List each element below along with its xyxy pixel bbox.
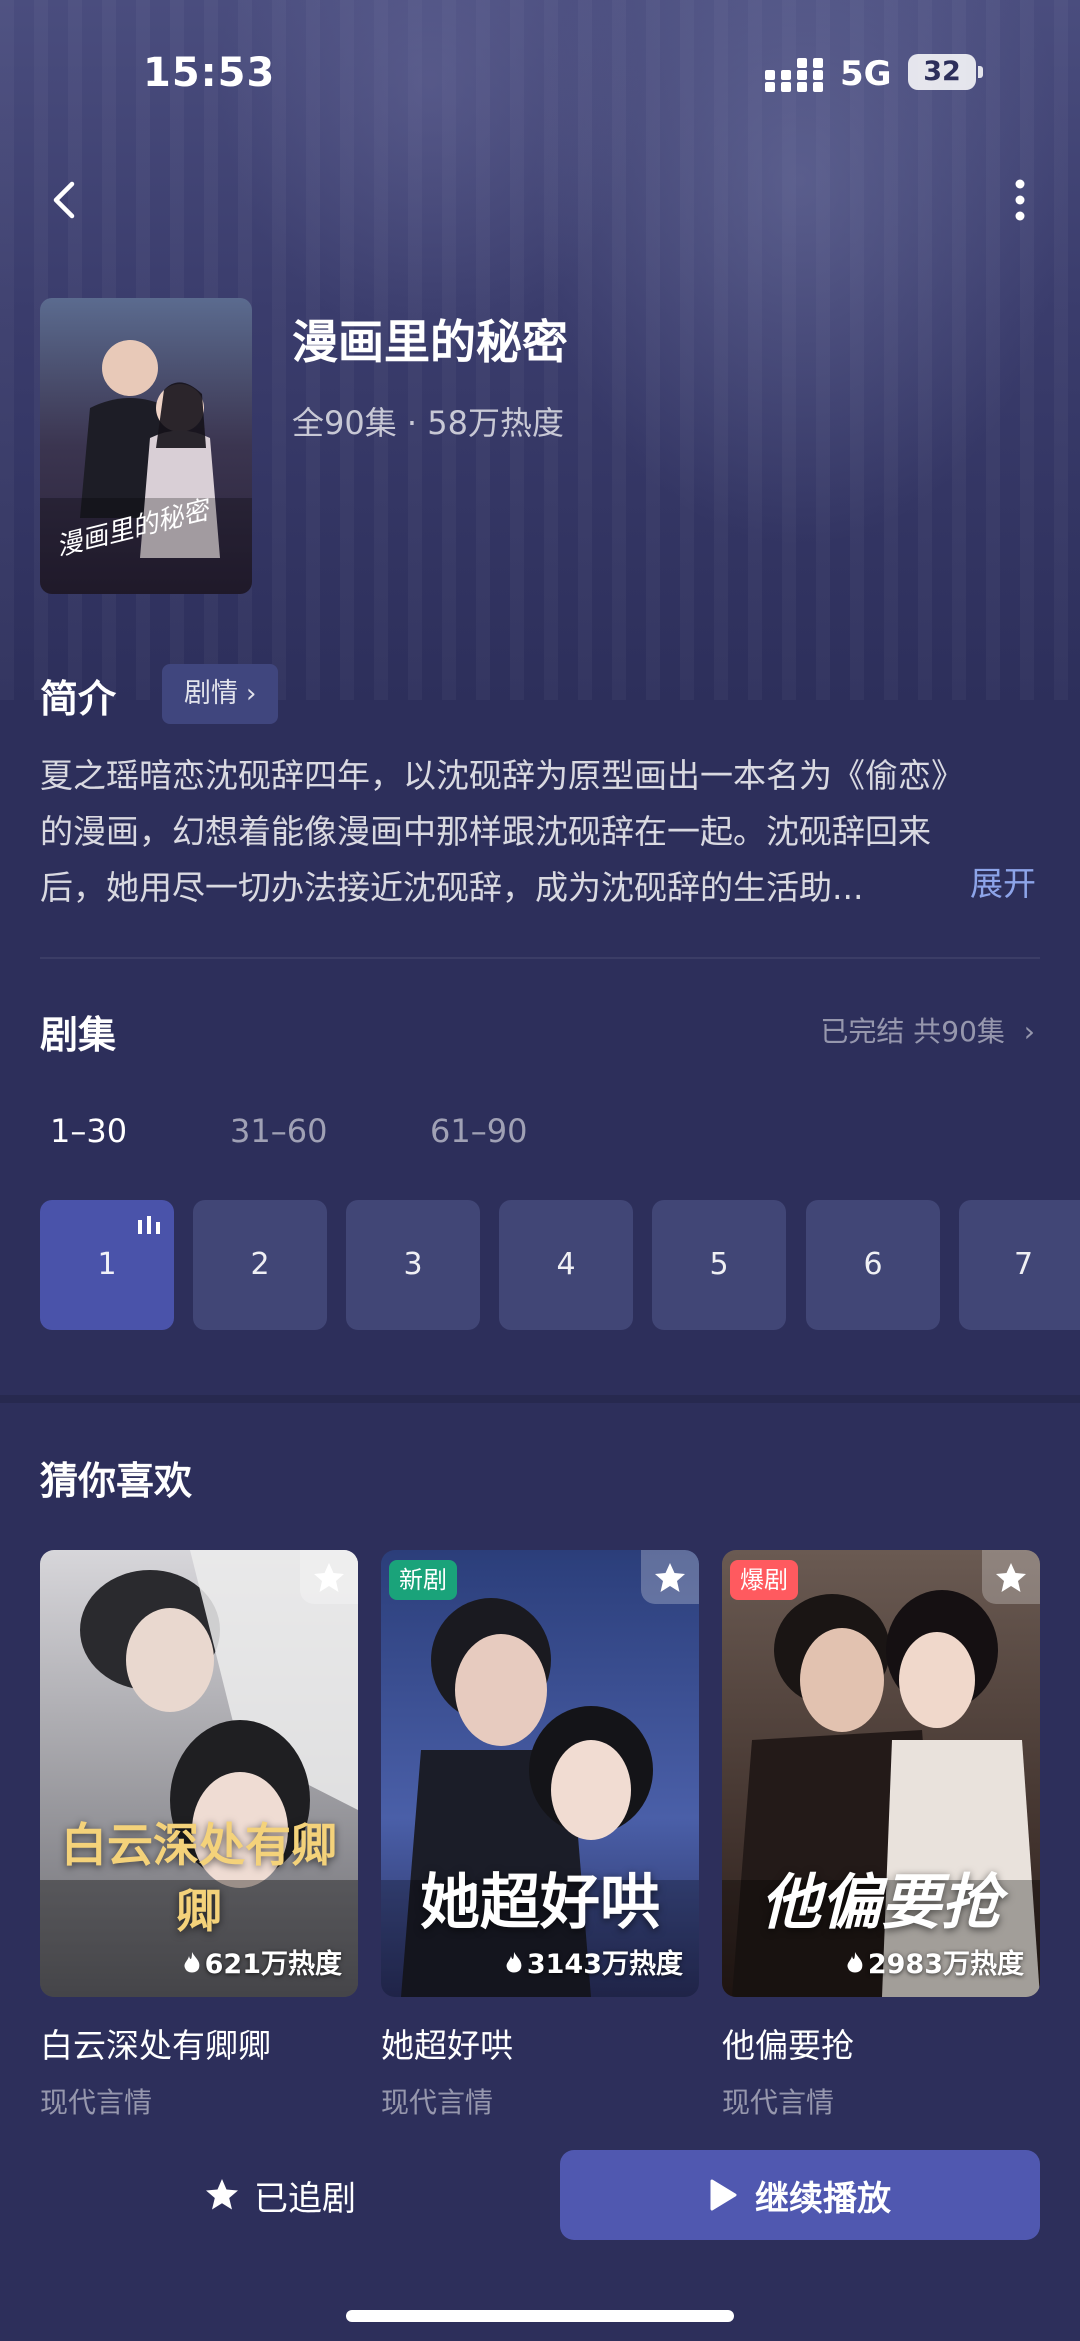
recommend-title: 她超好哄 — [381, 2026, 513, 2065]
follow-label: 已追剧 — [254, 2178, 356, 2219]
range-tab-2[interactable]: 31–60 — [230, 1112, 327, 1150]
show-title: 漫画里的秘密 — [292, 315, 568, 369]
range-tab-1[interactable]: 1–30 — [50, 1112, 127, 1150]
recommend-card[interactable]: 白云深处有卿卿 621万热度 白云深处有卿卿 现代言情 — [40, 1550, 358, 2121]
star-icon — [996, 1563, 1026, 1592]
tag-badge: 新剧 — [389, 1560, 457, 1600]
status-time: 15:53 — [143, 50, 276, 96]
more-icon — [1015, 179, 1025, 221]
synopsis-line: 后，她用尽一切办法接近沈砚辞，成为沈砚辞的生活助... — [40, 868, 864, 907]
poster-title: 他偏要抢 — [761, 1868, 1001, 1938]
recommend-title: 他偏要抢 — [722, 2026, 854, 2065]
heat-label: 3143万热度 — [505, 1942, 683, 1981]
show-cover: 漫画里的秘密 — [40, 298, 252, 594]
play-icon — [710, 2179, 737, 2211]
flame-icon — [506, 1952, 522, 1973]
genre-chip[interactable]: 剧情 › — [162, 664, 279, 724]
recommend-card[interactable]: 他偏要抢 爆剧 2983万热度 他偏要抢 现代言情 — [722, 1550, 1040, 2121]
play-label: 继续播放 — [755, 2178, 891, 2219]
synopsis-text: 夏之瑶暗恋沈砚辞四年，以沈砚辞为原型画出一本名为《偷恋》 的漫画，幻想着能像漫画… — [40, 748, 1040, 916]
signal-icon — [765, 58, 823, 92]
chevron-right-icon: › — [246, 679, 257, 709]
tag-badge: 爆剧 — [730, 1560, 798, 1600]
heat-label: 2983万热度 — [846, 1942, 1024, 1981]
favorite-button[interactable] — [982, 1550, 1040, 1604]
back-icon — [53, 181, 75, 219]
flame-icon — [184, 1952, 200, 1973]
recommend-genre: 现代言情 — [722, 2086, 835, 2119]
playing-bars-icon — [138, 1216, 160, 1234]
chevron-right-icon: › — [1023, 1015, 1035, 1048]
status-bar: 15:53 5G 32 — [0, 0, 1080, 140]
recommend-card[interactable]: 她超好哄 新剧 3143万热度 她超好哄 现代言情 — [381, 1550, 699, 2121]
recommend-genre: 现代言情 — [381, 2086, 494, 2119]
more-button[interactable] — [1000, 170, 1040, 230]
episode-tile[interactable]: 7 — [959, 1200, 1080, 1330]
range-tab-3[interactable]: 61–90 — [430, 1112, 527, 1150]
recommend-poster[interactable]: 他偏要抢 爆剧 2983万热度 — [722, 1550, 1040, 1997]
synopsis-line: 的漫画，幻想着能像漫画中那样跟沈砚辞在一起。沈砚辞回来 — [40, 812, 931, 851]
episode-number: 1 — [97, 1247, 117, 1282]
recommend-poster[interactable]: 她超好哄 新剧 3143万热度 — [381, 1550, 699, 1997]
episodes-heading: 剧集 — [40, 1013, 117, 1057]
synopsis-line: 夏之瑶暗恋沈砚辞四年，以沈砚辞为原型画出一本名为《偷恋》 — [40, 756, 964, 795]
show-meta: 全90集 · 58万热度 — [292, 404, 564, 442]
episode-tile[interactable]: 3 — [346, 1200, 480, 1330]
back-button[interactable] — [40, 170, 90, 230]
network-type: 5G — [840, 54, 892, 94]
genre-chip-label: 剧情 — [184, 678, 238, 709]
recommend-heading: 猜你喜欢 — [40, 1459, 193, 1503]
star-icon — [206, 2179, 238, 2210]
star-icon — [314, 1563, 344, 1592]
flame-icon — [847, 1952, 863, 1973]
poster-title: 她超好哄 — [420, 1868, 660, 1938]
follow-button[interactable]: 已追剧 — [40, 2150, 520, 2240]
expand-link[interactable]: 展开 — [970, 856, 1036, 912]
episode-tile[interactable]: 2 — [193, 1200, 327, 1330]
episode-tile[interactable]: 6 — [806, 1200, 940, 1330]
heat-label: 621万热度 — [183, 1942, 342, 1981]
poster-title: 白云深处有卿卿 — [61, 1818, 337, 1938]
recommend-genre: 现代言情 — [40, 2086, 153, 2119]
section-separator — [0, 1395, 1080, 1403]
continue-play-button[interactable]: 继续播放 — [560, 2150, 1040, 2240]
recommend-poster[interactable]: 白云深处有卿卿 621万热度 — [40, 1550, 358, 1997]
divider — [40, 957, 1040, 959]
episode-tile[interactable]: 5 — [652, 1200, 786, 1330]
favorite-button[interactable] — [300, 1550, 358, 1604]
episode-number: 7 — [1013, 1247, 1034, 1282]
episode-status: 已完结 共90集 — [820, 1015, 1005, 1048]
home-indicator[interactable] — [346, 2310, 734, 2322]
battery-icon: 32 — [908, 54, 983, 90]
episode-status-link[interactable]: 已完结 共90集 › — [820, 1010, 1035, 1050]
synopsis-heading: 简介 — [40, 677, 117, 721]
favorite-button[interactable] — [641, 1550, 699, 1604]
episode-tile[interactable]: 1 — [40, 1200, 174, 1330]
recommend-title: 白云深处有卿卿 — [40, 2026, 271, 2065]
star-icon — [655, 1563, 685, 1592]
episode-tile[interactable]: 4 — [499, 1200, 633, 1330]
battery-level: 32 — [923, 56, 961, 87]
